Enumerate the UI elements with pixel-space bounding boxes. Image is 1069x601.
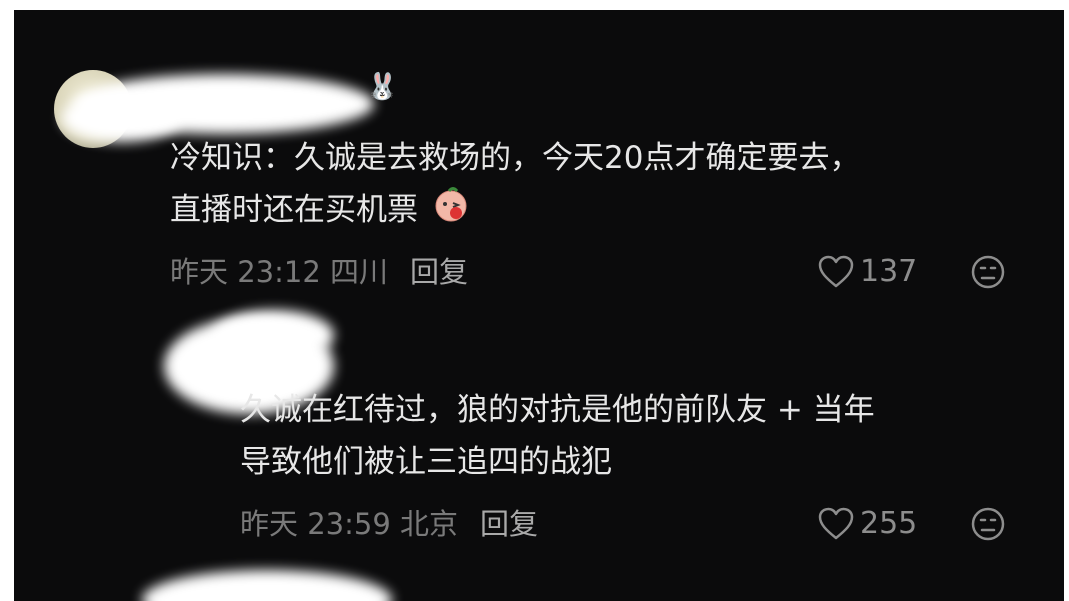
comment-meta: 昨天 23:12 四川 回复: [170, 254, 468, 290]
redacted-avatar: [62, 94, 182, 142]
like-count: 137: [860, 254, 918, 289]
dislike-button[interactable]: [970, 254, 1006, 290]
heart-outline-icon: [818, 507, 854, 541]
comment-text-line: 直播时还在买机票: [170, 184, 1050, 239]
comment-meta: 昨天 23:59 北京 回复: [240, 506, 538, 542]
like-button[interactable]: 255: [818, 506, 917, 542]
frown-face-icon: [970, 254, 1006, 290]
dislike-button[interactable]: [970, 506, 1006, 542]
heart-outline-icon: [818, 255, 854, 289]
frown-face-icon: [970, 506, 1006, 542]
comment-time-location: 昨天 23:12 四川: [170, 255, 389, 289]
comment-text-line: 久诚在红待过，狼的对抗是他的前队友 + 当年: [240, 392, 875, 428]
comment-text[interactable]: 冷知识：久诚是去救场的，今天20点才确定要去， 直播时还在买机票: [170, 132, 1050, 239]
reply-button[interactable]: 回复: [480, 507, 538, 541]
reply-button[interactable]: 回复: [410, 255, 468, 289]
comment-text-line: 冷知识：久诚是去救场的，今天20点才确定要去，: [170, 140, 861, 176]
title-banner: [0, 0, 1069, 10]
comment-panel: 🐰 冷知识：久诚是去救场的，今天20点才确定要去， 直播时还在买机票 昨天 23…: [14, 10, 1064, 601]
comment-text-line-content: 直播时还在买机票: [170, 192, 418, 228]
redacted-username: [214, 310, 334, 360]
comment-text[interactable]: 久诚在红待过，狼的对抗是他的前队友 + 当年 导致他们被让三追四的战犯: [240, 384, 1050, 488]
comment-time-location: 昨天 23:59 北京: [240, 507, 459, 541]
redacted-username: [142, 570, 392, 601]
like-count: 255: [860, 506, 918, 541]
comment-text-line: 导致他们被让三追四的战犯: [240, 444, 612, 480]
rabbit-icon: 🐰: [366, 72, 399, 102]
peach-emoji-icon: [432, 185, 470, 239]
like-button[interactable]: 137: [818, 254, 917, 290]
